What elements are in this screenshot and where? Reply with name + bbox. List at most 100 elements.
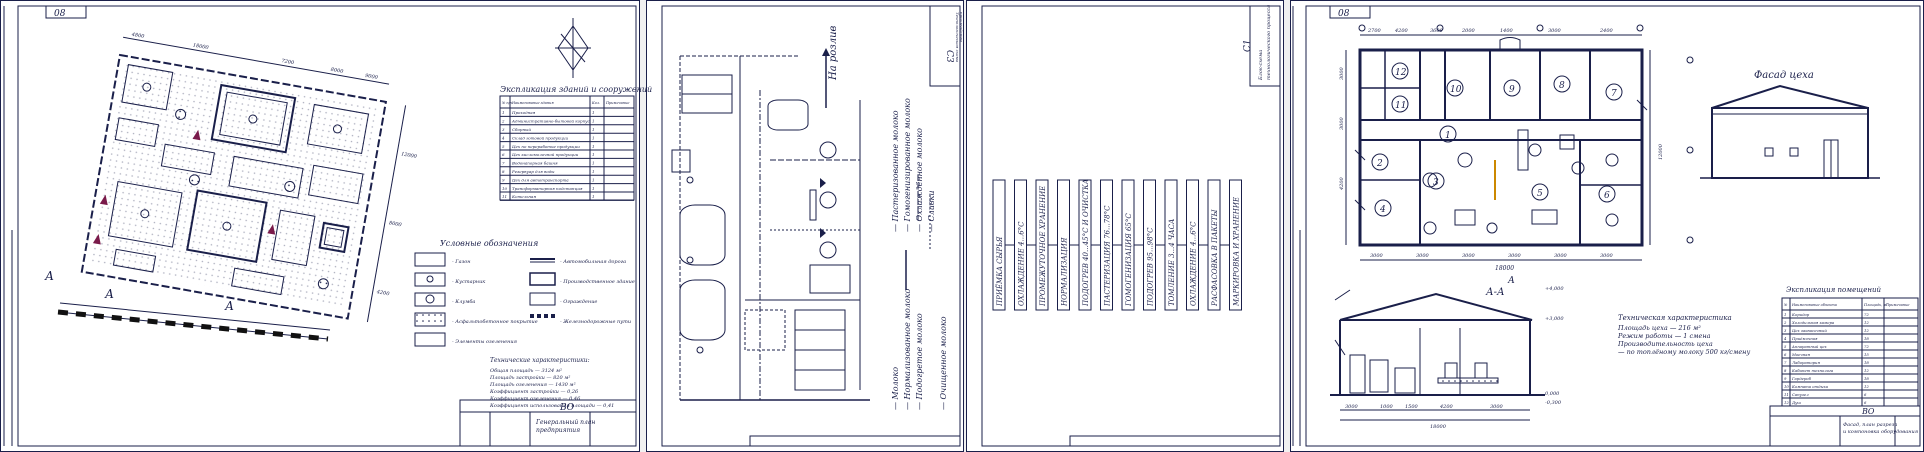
separator-icon (819, 191, 837, 209)
legend-item: - Автомобильная дорога (560, 258, 626, 265)
table-cell: 10 (1784, 384, 1789, 389)
table-cell: Приёмочная (1791, 336, 1818, 341)
table-cell: 1 (1784, 312, 1786, 317)
pasteurizer (809, 264, 851, 294)
table-cell: 3 (502, 127, 505, 132)
homogenizer-icon (819, 241, 837, 259)
sheet4-corner-label: 08 (1338, 9, 1350, 19)
explication-title: Экспликация зданий и сооружений (500, 85, 652, 94)
table-cell: 72 (1864, 312, 1869, 317)
table-cell: Трансформаторная подстанция (512, 186, 583, 191)
table-cell: 10 (502, 186, 508, 191)
table-cell: Гардероб (1791, 376, 1812, 381)
facade: Фасад цеха (1700, 70, 1880, 179)
tech-line: Общая площадь — 3124 м² (490, 367, 562, 374)
table-cell: Душ (1791, 400, 1801, 405)
process-legend-item: — Пастеризованное молоко (891, 110, 900, 232)
dim-label: 4200 (1339, 176, 1345, 191)
table-cell: 12 (1864, 328, 1869, 333)
process-step-label: ПОДОГРЕВ 40...45°С И ОЧИСТКА (1082, 179, 1090, 307)
sheet2-code: С3 (944, 50, 954, 63)
table-cell: Сборный (512, 127, 531, 132)
tank-icon (1517, 129, 1529, 171)
dim-label: 4200 (1394, 28, 1409, 34)
dim-label: 18000 (1430, 424, 1447, 430)
tech-title: Техническая характеристика (1618, 314, 1732, 322)
table-cell: 9 (502, 177, 505, 182)
legend-item: - Клумба (452, 298, 475, 305)
sheet1-corner-label: 08 (54, 9, 66, 19)
table-header: Примечание (605, 101, 629, 105)
process-step-label: ПРОМЕЖУТОЧНОЕ ХРАНЕНИЕ (1039, 186, 1047, 307)
separator-icon (819, 141, 837, 159)
room-number: 7 (1611, 89, 1617, 99)
dim-label: 1500 (1405, 404, 1419, 410)
tech-line: Площадь озеленения — 1430 м² (489, 382, 576, 388)
room-number: 5 (1537, 189, 1543, 199)
room-number: 8 (1559, 81, 1565, 91)
section-mark-a: А (44, 269, 54, 283)
section-mark-a: А (224, 299, 234, 313)
process-step-label: ПРИЁМКА СЫРЬЯ (995, 236, 1004, 307)
shop-tech-characteristics: Техническая характеристика Площадь цеха … (1617, 314, 1750, 356)
process-step-label: ПОДОГРЕВ 95...98°С (1147, 227, 1155, 307)
section-mark-a: А (1507, 276, 1515, 286)
table-header: Наименование здания (511, 101, 554, 105)
table-header: Наименование объекта (1791, 303, 1837, 307)
equipment-icon (1531, 209, 1558, 225)
dim-label: 3000 (1416, 253, 1430, 259)
drawing-canvas: 08 4800 18000 7200 8000 9000 12000 8000 … (3, 5, 1921, 447)
dim-label: 3000 (1554, 253, 1568, 259)
process-step-label: ПАСТЕРИЗАЦИЯ 76...78°С (1104, 205, 1112, 307)
storage-tank-2 (679, 279, 726, 341)
sheet3-frame-title: Блок-схема (1258, 50, 1264, 81)
dim-label: 4200 (1439, 404, 1454, 410)
dim-label: 3000 (1600, 253, 1614, 259)
floor-plan: 2700 4200 3600 2000 1400 3000 2400 3000 3000 300… (1339, 24, 1694, 272)
dim-label: 2700 (1367, 28, 1382, 34)
stamp-code: ВО (1861, 407, 1875, 416)
dim-label: 2000 (1461, 28, 1476, 34)
process-legend-item: — Очищенное молоко (939, 316, 948, 410)
block-diagram: ПРИЁМКА СЫРЬЯ ОХЛАЖДЕНИЕ 4...6°С ПРОМЕЖУТО… (992, 179, 1242, 311)
tech-line: Коэффициент застройки — 0,26 (489, 388, 579, 395)
process-step-label: МАРКИРОВКА И ХРАНЕНИЕ (1233, 197, 1241, 307)
dim-label: 8000 (388, 220, 402, 228)
site-legend: Условные обозначения - Газон - Кустарник -… (414, 239, 635, 347)
dim-label: 3000 (1490, 404, 1504, 410)
table-cell: 11 (502, 194, 507, 199)
dim-label: 1400 (1500, 28, 1514, 34)
legend-item: - Железнодорожные пути (560, 319, 631, 325)
site-tech-characteristics: Технические характеристики: Общая площад… (489, 357, 614, 409)
section-a-a: А-А А +4,000 +3,000 0,000 -0,300 3000 1000 15… (1330, 276, 1564, 430)
legend-item: - Кустарник (452, 279, 485, 285)
process-scheme: На розлив (671, 25, 870, 401)
table-cell: 1 (592, 127, 595, 132)
table-header: Примечание (1885, 303, 1909, 307)
explication-title: Экспликация помещений (1786, 286, 1881, 294)
dim-label: 3000 (1462, 253, 1476, 259)
dim-label: 3000 (1345, 404, 1359, 410)
process-legend-item: — Сливки (927, 191, 936, 233)
room-number: 10 (1450, 85, 1462, 95)
table-cell: Цех по переработке продукции (512, 144, 580, 149)
dim-label: 12000 (401, 151, 419, 160)
process-step-label: РАСФАСОВКА В ПАКЕТЫ (1211, 209, 1219, 307)
table-cell: 6 (1784, 352, 1787, 357)
room-number: 9 (1509, 85, 1515, 95)
table-cell: 11 (1784, 392, 1789, 397)
table-cell: 7 (1784, 360, 1787, 365)
table-cell: 72 (1864, 344, 1869, 349)
process-legend-item: — Нормализованное молоко (903, 289, 912, 410)
site-plan: 4800 18000 7200 8000 9000 12000 8000 420… (80, 32, 419, 323)
table-cell: Лаборатория (1791, 360, 1820, 365)
table-cell: 8 (502, 169, 505, 174)
table-header: Кол. (591, 101, 600, 105)
table-cell: 18 (1864, 336, 1869, 341)
table-cell: Склад готовой продукции (512, 135, 569, 140)
table-cell: 6 (1864, 392, 1867, 397)
sheet4-title-block: ВО Фасад, план разреза и компоновка обор… (1769, 405, 1921, 447)
table-cell: 9 (1784, 376, 1787, 381)
table-cell: Коридор (1791, 312, 1810, 317)
table-header: Площадь, м² (1863, 303, 1888, 307)
